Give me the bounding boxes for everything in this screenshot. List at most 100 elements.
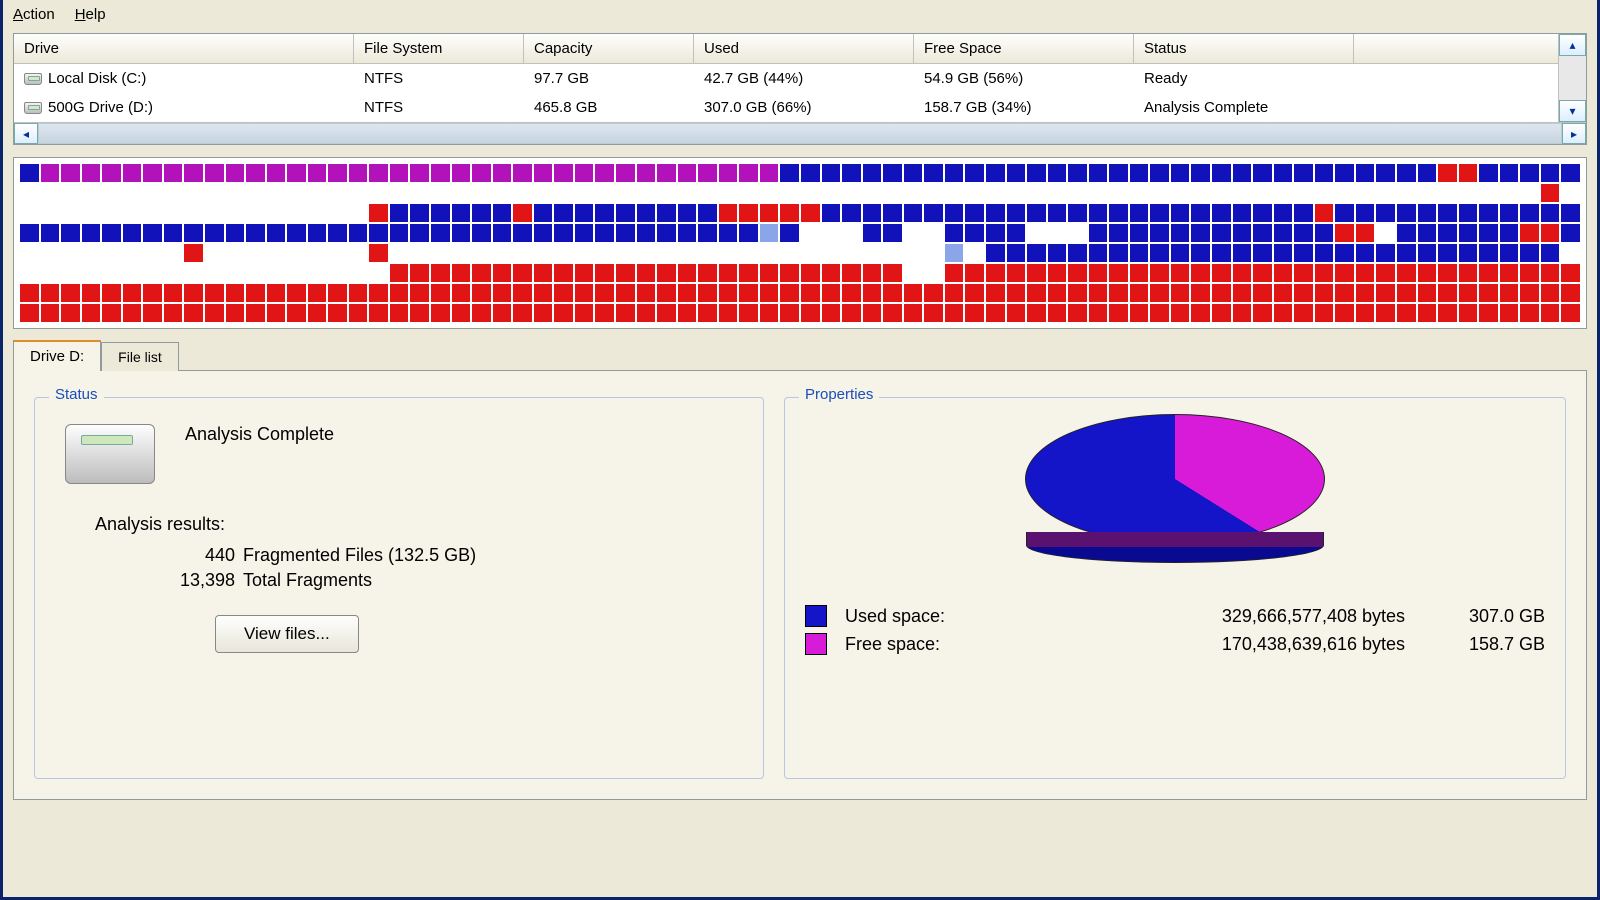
fragmap-cell: [863, 304, 882, 322]
fragmap-cell: [205, 224, 224, 242]
fragmap-cell: [534, 164, 553, 182]
fragmap-cell: [1376, 284, 1395, 302]
fragmap-cell: [801, 284, 820, 302]
fragmap-cell: [226, 224, 245, 242]
fragmap-cell: [20, 264, 39, 282]
view-files-button[interactable]: View files...: [215, 615, 359, 653]
col-used[interactable]: Used: [694, 34, 914, 64]
fragmap-cell: [1376, 204, 1395, 222]
fragmap-cell: [575, 284, 594, 302]
fragmap-cell: [1397, 224, 1416, 242]
fragmap-cell: [1089, 264, 1108, 282]
col-free[interactable]: Free Space: [914, 34, 1134, 64]
fragmap-cell: [780, 204, 799, 222]
fragmap-cell: [554, 284, 573, 302]
fragmap-cell: [780, 184, 799, 202]
fragmap-cell: [657, 244, 676, 262]
fragmap-cell: [883, 224, 902, 242]
scroll-down-icon[interactable]: ▾: [1559, 100, 1586, 122]
fragmap-cell: [1294, 164, 1313, 182]
fragmap-cell: [1089, 204, 1108, 222]
fragmap-cell: [452, 284, 471, 302]
fragmap-cell: [637, 244, 656, 262]
fragmap-cell: [1089, 164, 1108, 182]
fragmap-cell: [739, 184, 758, 202]
tab-file-list[interactable]: File list: [101, 342, 179, 371]
fragmap-cell: [410, 204, 429, 222]
fragmap-cell: [328, 304, 347, 322]
fragmap-cell: [822, 304, 841, 322]
fragmap-cell: [1397, 304, 1416, 322]
fragmap-cell: [822, 284, 841, 302]
col-drive[interactable]: Drive: [14, 34, 354, 64]
cell-used: 307.0 GB (66%): [694, 93, 914, 122]
fragmap-cell: [904, 304, 923, 322]
scroll-right-icon[interactable]: ▸: [1562, 123, 1586, 144]
fragmap-cell: [986, 164, 1005, 182]
fragmap-cell: [410, 264, 429, 282]
fragmap-cell: [760, 184, 779, 202]
menu-action[interactable]: Action: [13, 6, 55, 23]
fragmap-cell: [308, 184, 327, 202]
fragmap-cell: [760, 204, 779, 222]
fragmap-cell: [945, 244, 964, 262]
hscrollbar[interactable]: ◂ ▸: [14, 122, 1586, 144]
fragmap-cell: [1191, 164, 1210, 182]
vscrollbar[interactable]: ▴ ▾: [1558, 34, 1586, 122]
fragmap-cell: [1541, 164, 1560, 182]
fragmap-cell: [657, 164, 676, 182]
fragmap-cell: [267, 264, 286, 282]
table-row[interactable]: 500G Drive (D:): [14, 93, 354, 122]
tab-drive-d[interactable]: Drive D:: [13, 340, 101, 371]
fragmap-cell: [1068, 304, 1087, 322]
fragmap-cell: [1561, 244, 1580, 262]
fragmap-cell: [616, 244, 635, 262]
fragmap-cell: [349, 164, 368, 182]
fragmap-cell: [1315, 184, 1334, 202]
fragmap-cell: [246, 284, 265, 302]
fragmap-cell: [349, 304, 368, 322]
fragmap-cell: [431, 284, 450, 302]
col-filesystem[interactable]: File System: [354, 34, 524, 64]
scroll-up-icon[interactable]: ▴: [1559, 34, 1586, 56]
fragmap-cell: [1397, 284, 1416, 302]
status-legend: Status: [49, 386, 104, 403]
fragmap-cell: [164, 304, 183, 322]
fragmap-cell: [1541, 224, 1560, 242]
fragmap-cell: [1294, 184, 1313, 202]
fragmap-cell: [82, 284, 101, 302]
fragmap-cell: [1048, 304, 1067, 322]
menu-help[interactable]: Help: [75, 6, 106, 23]
scroll-left-icon[interactable]: ◂: [14, 123, 38, 144]
fragmap-cell: [1459, 224, 1478, 242]
fragmap-cell: [739, 204, 758, 222]
fragmap-cell: [698, 264, 717, 282]
fragmap-cell: [1233, 204, 1252, 222]
fragmap-cell: [328, 164, 347, 182]
fragmap-cell: [308, 224, 327, 242]
fragmap-cell: [1315, 224, 1334, 242]
fragmap-cell: [657, 264, 676, 282]
fragmap-cell: [41, 264, 60, 282]
fragmap-cell: [945, 204, 964, 222]
col-status[interactable]: Status: [1134, 34, 1354, 64]
table-row[interactable]: Local Disk (C:): [14, 64, 354, 93]
fragmap-cell: [246, 204, 265, 222]
fragmap-cell: [739, 284, 758, 302]
fragmap-cell: [102, 244, 121, 262]
fragmap-cell: [1335, 164, 1354, 182]
fragmap-cell: [822, 264, 841, 282]
fragmap-cell: [1376, 164, 1395, 182]
cell-fs: NTFS: [354, 93, 524, 122]
fragmap-cell: [287, 184, 306, 202]
fragmap-cell: [431, 264, 450, 282]
status-headline: Analysis Complete: [185, 424, 743, 445]
fragmap-cell: [1294, 304, 1313, 322]
fragmap-cell: [534, 224, 553, 242]
fragmap-cell: [246, 264, 265, 282]
col-capacity[interactable]: Capacity: [524, 34, 694, 64]
fragmap-cell: [1500, 184, 1519, 202]
fragmap-cell: [1048, 164, 1067, 182]
fragmap-cell: [328, 264, 347, 282]
scroll-track[interactable]: [38, 123, 1562, 144]
